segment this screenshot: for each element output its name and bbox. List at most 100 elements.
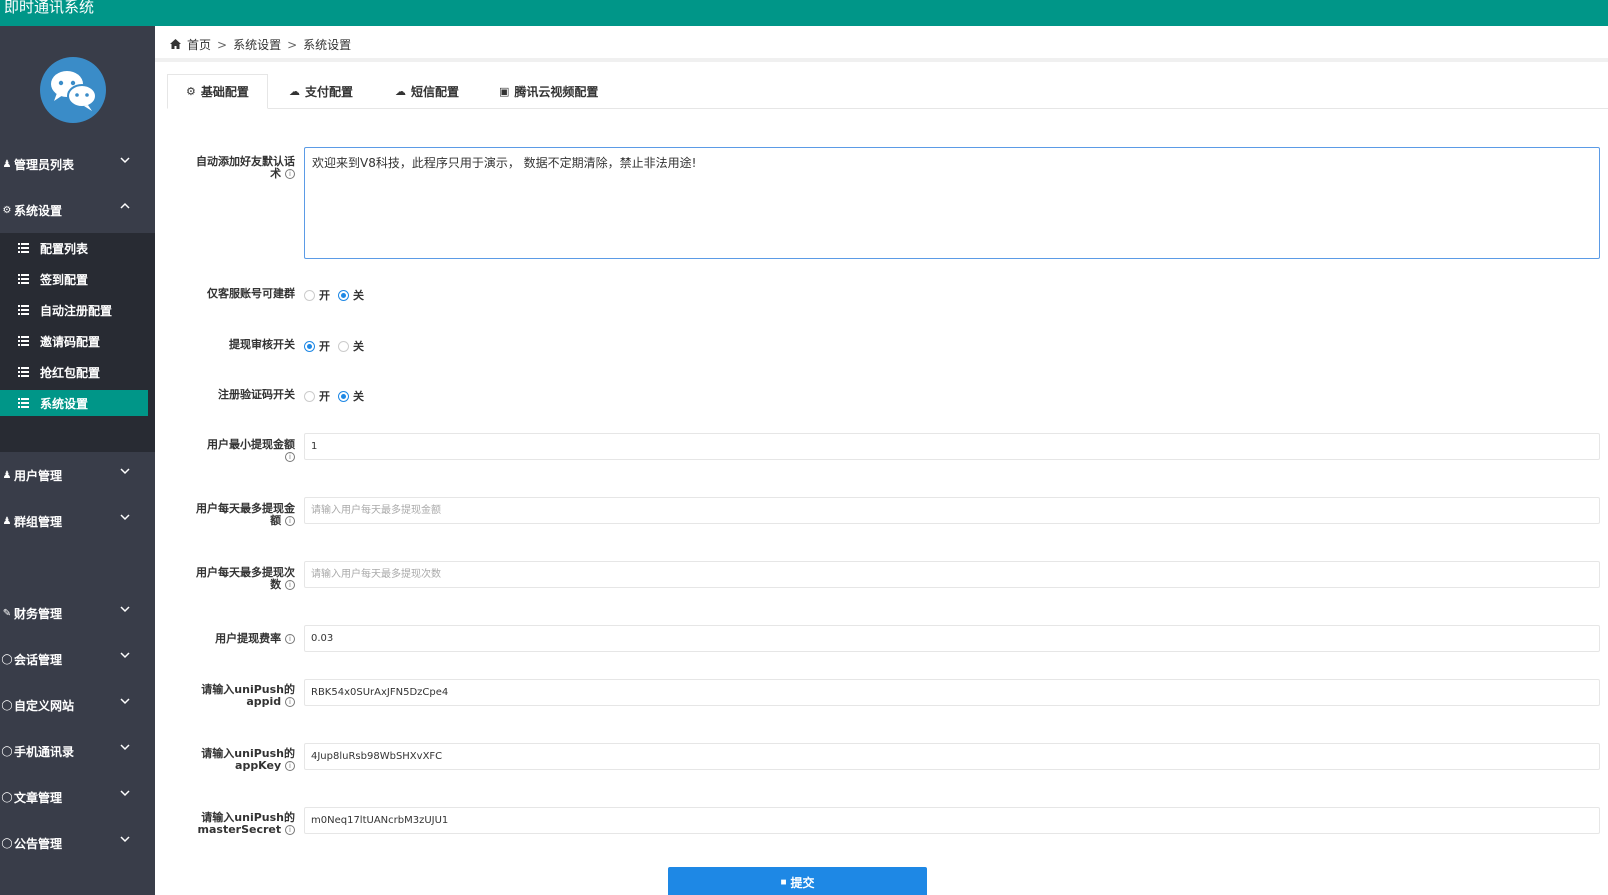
radio-label: 关: [353, 289, 364, 302]
submenu-item-config-list[interactable]: 配置列表: [0, 235, 148, 261]
chevron-down-icon: [119, 511, 133, 523]
radio-off[interactable]: 关: [338, 388, 364, 404]
edit-icon: ✎: [2, 607, 12, 619]
sidebar-item-label: 系统设置: [14, 203, 63, 218]
submenu-system-settings: 配置列表 签到配置 自动注册配置 邀请码配置 抢红包配置 系统设置: [0, 233, 155, 452]
max-daily-amount-input[interactable]: [304, 497, 1600, 524]
tab-label: 基础配置: [200, 85, 249, 99]
unipush-appid-label-line2: appid: [246, 695, 282, 708]
info-icon: i: [285, 697, 295, 707]
sidebar-item-custom-site[interactable]: ◯ 自定义网站: [0, 682, 155, 728]
radio-label: 开: [319, 289, 330, 302]
submenu-item-checkin[interactable]: 签到配置: [0, 266, 148, 292]
max-daily-times-input[interactable]: [304, 561, 1600, 588]
unipush-appid-input[interactable]: [304, 679, 1600, 706]
radio-label: 关: [353, 340, 364, 353]
sidebar-item-label: 群组管理: [14, 514, 63, 529]
tab-payment-config[interactable]: ☁ 支付配置: [289, 74, 353, 109]
submenu-item-system-settings[interactable]: 系统设置: [0, 390, 148, 416]
info-icon: i: [285, 634, 295, 644]
sidebar-item-label: 自定义网站: [14, 698, 75, 713]
submenu-item-label: 抢红包配置: [40, 366, 101, 380]
submenu-item-label: 签到配置: [40, 273, 89, 287]
only-cs-group-radio-group: 开 关: [304, 287, 372, 303]
sidebar-item-sessions[interactable]: ◯ 会话管理: [0, 636, 155, 682]
only-cs-group-label: 仅客服账号可建群: [207, 287, 295, 300]
unipush-master-label-line2: masterSecret: [197, 823, 282, 836]
breadcrumb: 首页 > 系统设置 > 系统设置: [170, 36, 351, 53]
radio-off[interactable]: 关: [338, 338, 364, 354]
radio-label: 开: [319, 340, 330, 353]
sidebar-item-announcements[interactable]: ◯ 公告管理: [0, 820, 155, 866]
chevron-up-icon: [119, 200, 133, 212]
min-withdraw-input[interactable]: [304, 433, 1600, 460]
radio-on[interactable]: 开: [304, 338, 330, 354]
sidebar-item-group-management[interactable]: ♟ 群组管理: [0, 498, 155, 544]
info-icon: i: [285, 580, 295, 590]
home-icon: [170, 38, 181, 52]
sidebar-item-label: 用户管理: [14, 468, 63, 483]
chevron-down-icon: [119, 154, 133, 166]
chat-icon: ◯: [1, 653, 13, 665]
submenu-item-auto-register[interactable]: 自动注册配置: [0, 297, 148, 323]
radio-circle: [304, 390, 315, 402]
unipush-master-secret-input[interactable]: [304, 807, 1600, 834]
gear-icon: ⚙: [2, 204, 12, 216]
max-daily-amount-label-line2: 额: [270, 514, 282, 527]
submenu-item-invite-code[interactable]: 邀请码配置: [0, 328, 148, 354]
sidebar-item-label: 公告管理: [14, 836, 63, 851]
radio-label: 开: [319, 390, 330, 403]
breadcrumb-item[interactable]: 系统设置: [233, 36, 281, 53]
chevron-down-icon: [119, 787, 133, 799]
users-icon: ♟: [2, 515, 12, 527]
chevron-down-icon: [119, 741, 133, 753]
radio-circle-checked: [304, 340, 315, 352]
unipush-appkey-input[interactable]: [304, 743, 1600, 770]
user-icon: ♟: [2, 158, 12, 170]
breadcrumb-home[interactable]: 首页: [187, 36, 211, 53]
radio-on[interactable]: 开: [304, 388, 330, 404]
greeting-label-line2: 术: [270, 167, 282, 180]
sidebar-item-user-management[interactable]: ♟ 用户管理: [0, 452, 155, 498]
gear-icon: ⚙: [186, 85, 196, 98]
sidebar-item-articles[interactable]: ◯ 文章管理: [0, 774, 155, 820]
list-icon: [18, 273, 30, 285]
sidebar-item-contacts[interactable]: ◯ 手机通讯录: [0, 728, 155, 774]
sidebar-item-label: 会话管理: [14, 652, 63, 667]
info-icon: i: [285, 516, 295, 526]
tab-label: 支付配置: [305, 85, 354, 99]
tab-tencent-video-config[interactable]: ▣ 腾讯云视频配置: [499, 74, 598, 109]
info-icon: i: [285, 761, 295, 771]
radio-circle: [304, 289, 315, 301]
sidebar-item-finance[interactable]: ✎ 财务管理: [0, 590, 155, 636]
top-bar: 即时通讯系统: [0, 0, 1608, 26]
submit-button[interactable]: ■ 提交: [668, 867, 927, 895]
wechat-logo: [40, 57, 106, 123]
tab-label: 腾讯云视频配置: [514, 85, 599, 99]
tab-sms-config[interactable]: ☁ 短信配置: [395, 74, 459, 109]
chevron-down-icon: [119, 465, 133, 477]
info-icon: i: [285, 169, 295, 179]
cloud-icon: ☁: [395, 85, 406, 98]
submenu-item-red-packet[interactable]: 抢红包配置: [0, 359, 148, 385]
unipush-appid-label: 请输入uniPush的 appid i: [165, 684, 295, 708]
withdraw-fee-input[interactable]: [304, 625, 1600, 652]
radio-off[interactable]: 关: [338, 287, 364, 303]
sidebar-item-system-settings[interactable]: ⚙ 系统设置: [0, 187, 155, 233]
unipush-master-secret-label: 请输入uniPush的 masterSecret i: [165, 812, 295, 836]
info-icon: i: [285, 452, 295, 462]
withdraw-fee-label: 用户提现费率 i: [165, 633, 295, 645]
greeting-textarea[interactable]: 欢迎来到V8科技，此程序只用于演示， 数据不定期清除，禁止非法用途!: [304, 147, 1600, 259]
submenu-item-label: 邀请码配置: [40, 335, 101, 349]
radio-on[interactable]: 开: [304, 287, 330, 303]
submenu-item-label: 系统设置: [40, 397, 89, 411]
register-captcha-radio-group: 开 关: [304, 388, 372, 404]
chat-icon: ◯: [1, 791, 13, 803]
info-icon: i: [285, 825, 295, 835]
tab-basic-config[interactable]: ⚙ 基础配置: [167, 74, 268, 109]
list-icon: [18, 304, 30, 316]
withdraw-review-radio-group: 开 关: [304, 338, 372, 354]
list-icon: [18, 366, 30, 378]
greeting-label: 自动添加好友默认话 术 i: [165, 156, 295, 180]
sidebar-item-admin-list[interactable]: ♟ 管理员列表: [0, 141, 155, 187]
